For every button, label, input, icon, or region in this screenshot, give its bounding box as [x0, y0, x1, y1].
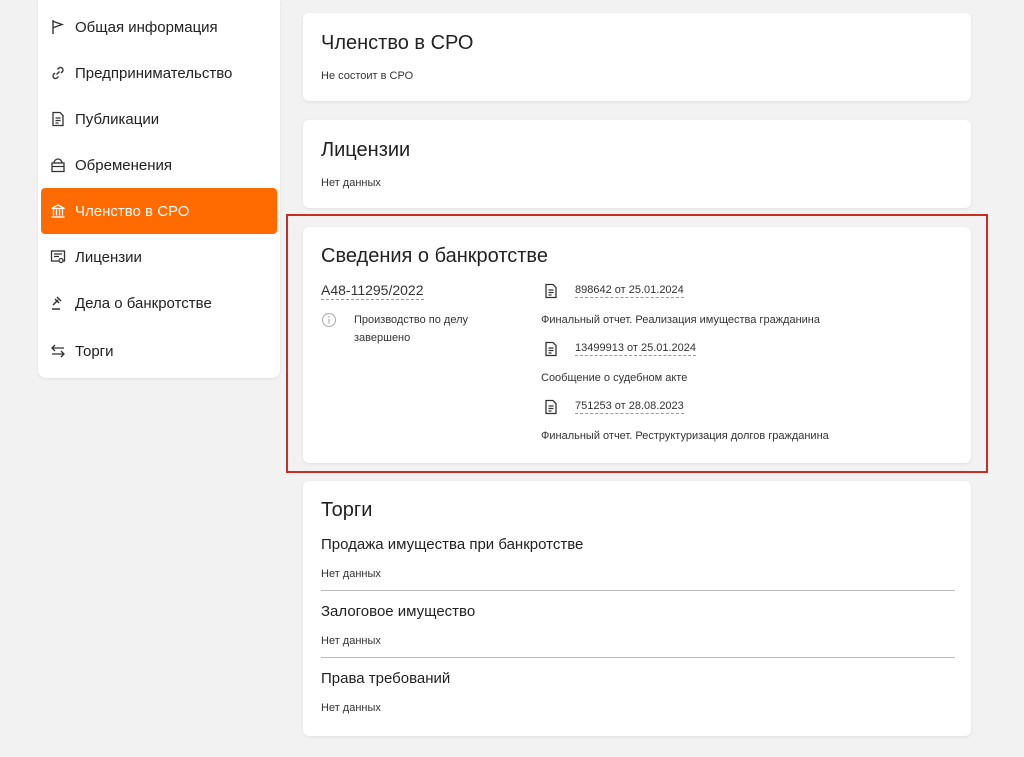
card-title: Членство в СРО: [321, 32, 474, 54]
sidebar-item-label: Торги: [75, 342, 114, 360]
trade-section-title: Продажа имущества при банкротстве: [321, 536, 584, 553]
trade-section-title: Права требований: [321, 670, 451, 687]
sro-status: Не состоит в СРО: [321, 70, 414, 82]
document-description: Сообщение о судебном акте: [541, 372, 688, 384]
link-icon: [49, 64, 67, 82]
licenses-status: Нет данных: [321, 177, 381, 189]
sro-membership-card: Членство в СРО Не состоит в СРО: [303, 13, 971, 101]
sidebar-item-label: Лицензии: [75, 248, 142, 266]
bankruptcy-card: Сведения о банкротстве А48-11295/2022 Пр…: [303, 227, 971, 463]
sidebar-item-publications[interactable]: Публикации: [41, 96, 277, 142]
document-icon: [543, 341, 559, 357]
trades-card: Торги Продажа имущества при банкротстве …: [303, 481, 971, 736]
sidebar-item-label: Членство в СРО: [75, 202, 190, 220]
sidebar-item-label: Публикации: [75, 110, 160, 128]
info-icon: [321, 312, 337, 328]
sidebar-item-general-info[interactable]: Общая информация: [41, 4, 277, 50]
sidebar-nav: Общая информация Предпринимательство Пуб…: [38, 0, 280, 378]
sidebar-item-label: Общая информация: [75, 18, 218, 36]
gavel-icon: [49, 294, 67, 312]
sidebar-item-trades[interactable]: Торги: [41, 328, 277, 374]
sidebar-item-business[interactable]: Предпринимательство: [41, 50, 277, 96]
swap-arrows-icon: [49, 342, 67, 360]
sidebar-item-licenses[interactable]: Лицензии: [41, 234, 277, 280]
document-link[interactable]: 898642 от 25.01.2024: [575, 284, 684, 298]
sidebar-item-encumbrances[interactable]: Обременения: [41, 142, 277, 188]
document-row: 898642 от 25.01.2024: [543, 283, 684, 299]
lock-box-icon: [49, 156, 67, 174]
trade-section-title: Залоговое имущество: [321, 603, 476, 620]
document-link[interactable]: 751253 от 28.08.2023: [575, 400, 684, 414]
document-icon: [543, 283, 559, 299]
trade-section-status: Нет данных: [321, 635, 381, 647]
divider: [321, 657, 955, 658]
flag-icon: [49, 18, 67, 36]
sidebar-item-sro-membership[interactable]: Членство в СРО: [41, 188, 277, 234]
sidebar-item-bankruptcy-cases[interactable]: Дела о банкротстве: [41, 280, 277, 326]
sidebar-item-label: Предпринимательство: [75, 64, 233, 82]
document-icon: [49, 110, 67, 128]
case-status: Производство по делу завершено: [321, 311, 494, 347]
case-number-link[interactable]: А48-11295/2022: [321, 282, 424, 300]
document-row: 751253 от 28.08.2023: [543, 399, 684, 415]
document-description: Финальный отчет. Реструктуризация долгов…: [541, 430, 829, 442]
document-row: 13499913 от 25.01.2024: [543, 341, 697, 357]
card-title: Торги: [321, 499, 373, 521]
building-icon: [49, 202, 67, 220]
license-icon: [49, 248, 67, 266]
card-title: Лицензии: [321, 139, 411, 161]
trade-section-status: Нет данных: [321, 568, 381, 580]
document-icon: [543, 399, 559, 415]
document-link[interactable]: 13499913 от 25.01.2024: [575, 342, 697, 356]
case-status-text: Производство по делу завершено: [354, 314, 468, 344]
document-description: Финальный отчет. Реализация имущества гр…: [541, 314, 820, 326]
sidebar-item-label: Дела о банкротстве: [75, 294, 212, 312]
trade-section-status: Нет данных: [321, 702, 381, 714]
licenses-card: Лицензии Нет данных: [303, 120, 971, 208]
sidebar-item-label: Обременения: [75, 156, 173, 174]
divider: [321, 590, 955, 591]
card-title: Сведения о банкротстве: [321, 245, 548, 267]
